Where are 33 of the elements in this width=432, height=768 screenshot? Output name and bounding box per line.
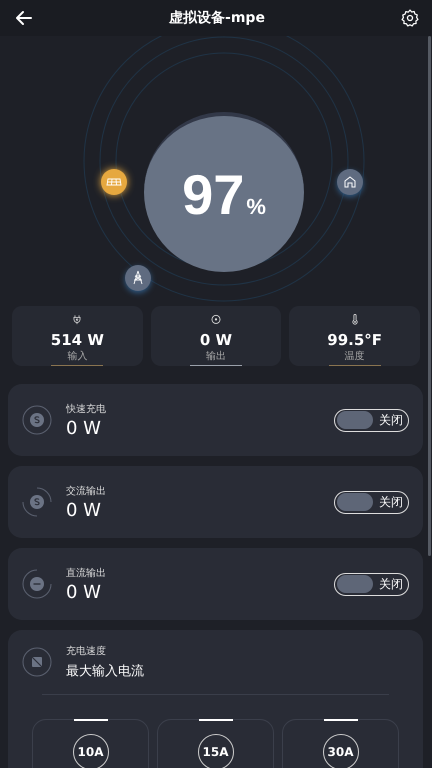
toggle-switch[interactable]: 关闭 [334,490,409,514]
current-option[interactable]: 15A [157,719,274,768]
cycle-icon [22,487,52,517]
current-option[interactable]: 30A [282,719,399,768]
stat-label: 温度 [344,350,365,363]
solar-panel-icon[interactable] [101,169,127,195]
minus-circle-icon [22,569,52,599]
output-label: 交流输出 [66,484,107,498]
back-icon[interactable] [14,8,34,28]
stat-value: 0 W [200,330,232,349]
power-tower-icon[interactable] [125,265,151,291]
stat-value: 99.5°F [327,330,382,349]
output-value: 0 W [66,500,102,520]
thermometer-icon [350,314,360,325]
toggle-switch[interactable]: 关闭 [334,572,409,596]
stat-value: 514 W [50,330,104,349]
speed-value: 最大输入电流 [66,663,145,680]
speed-label: 充电速度 [66,644,107,658]
output-value: 0 W [66,582,102,602]
battery-percent: 97 [182,162,244,226]
output-value: 0 W [66,418,102,438]
current-option[interactable]: 10A [32,719,149,768]
dollar-icon [22,405,52,435]
settings-icon[interactable] [400,8,420,28]
house-icon[interactable] [337,169,363,195]
stat-label: 输出 [206,350,226,363]
percent-sign: % [246,194,266,220]
speed-icon [22,647,52,677]
output-label: 直流输出 [66,566,107,580]
toggle-switch[interactable]: 关闭 [334,408,409,432]
stat-label: 输入 [67,350,88,363]
output-label: 快速充电 [66,402,107,416]
page-title: 虚拟设备-mpe [169,9,265,27]
